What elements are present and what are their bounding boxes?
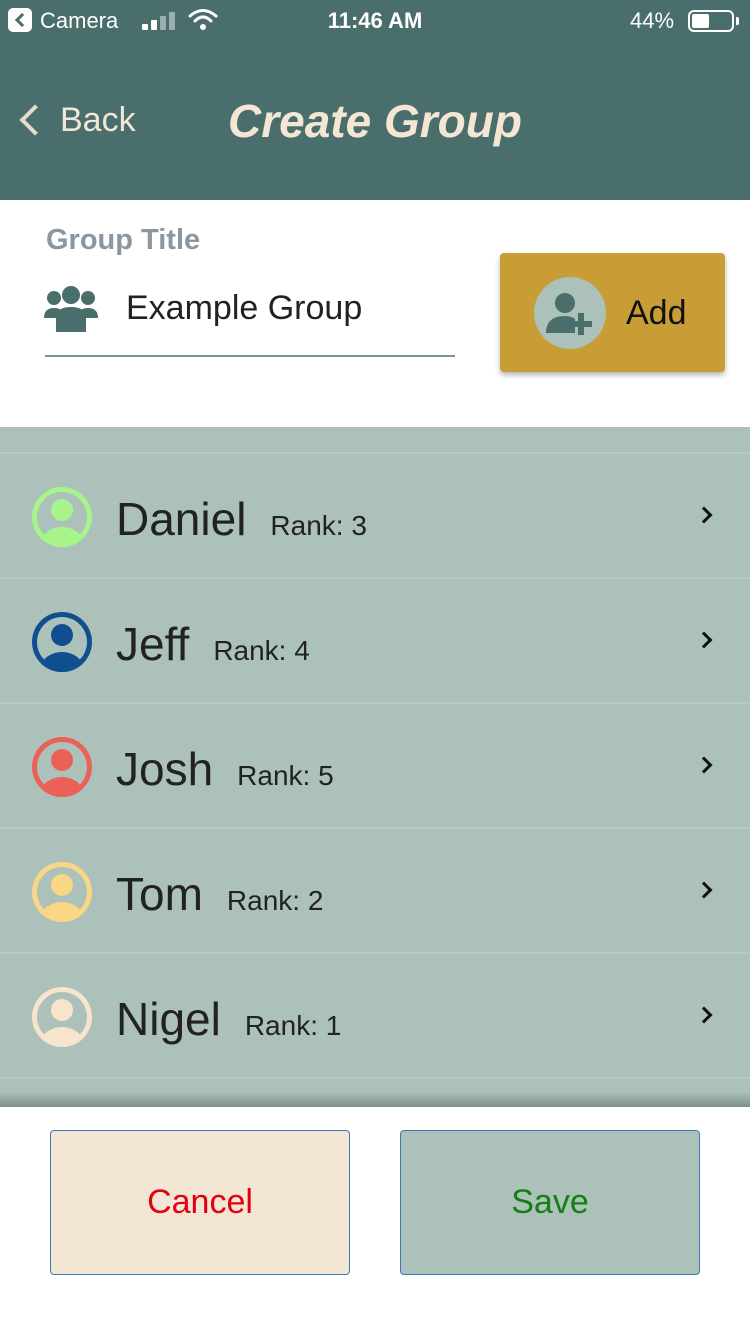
row-divider	[0, 1077, 750, 1079]
member-info: Nigel Rank: 1	[116, 992, 341, 1046]
member-info: Tom Rank: 2	[116, 867, 323, 921]
chevron-right-icon	[695, 881, 713, 899]
status-bar: Camera 11:46 AM 44%	[0, 0, 750, 40]
avatar-icon	[32, 612, 92, 672]
member-name: Josh	[116, 743, 214, 795]
chevron-right-icon	[695, 1006, 713, 1024]
footer-actions: Cancel Save	[0, 1107, 750, 1334]
chevron-right-icon	[695, 756, 713, 774]
member-row[interactable]: Tom Rank: 2	[0, 829, 750, 954]
member-rank: Rank: 1	[244, 1010, 342, 1041]
member-rank: Rank: 5	[237, 760, 334, 791]
group-title-label: Group Title	[46, 224, 201, 256]
group-icon	[44, 286, 98, 332]
battery-percentage: 44%	[630, 8, 675, 33]
add-member-button[interactable]: Add	[500, 253, 725, 372]
avatar-icon	[32, 862, 92, 922]
chevron-right-icon	[695, 631, 713, 649]
battery-fill	[692, 14, 709, 28]
member-name: Jeff	[116, 618, 190, 670]
member-name: Nigel	[116, 993, 221, 1045]
member-row[interactable]: Nigel Rank: 1	[0, 954, 750, 1079]
member-info: Josh Rank: 5	[116, 742, 334, 796]
save-button[interactable]: Save	[400, 1130, 700, 1275]
chevron-right-icon	[695, 506, 713, 524]
avatar-icon	[32, 987, 92, 1047]
member-row[interactable]: Josh Rank: 5	[0, 704, 750, 829]
cancel-button[interactable]: Cancel	[50, 1130, 350, 1275]
member-list: Daniel Rank: 3 Jeff Rank: 4 Josh Rank: 5 Tom Ra…	[0, 427, 750, 1107]
member-row[interactable]: Jeff Rank: 4	[0, 579, 750, 704]
member-name: Daniel	[116, 493, 247, 545]
avatar-icon	[32, 737, 92, 797]
nav-header: Camera 11:46 AM 44% Back Create Group	[0, 0, 750, 200]
group-title-input[interactable]	[126, 284, 446, 332]
member-row[interactable]: Daniel Rank: 3	[0, 454, 750, 579]
member-rank: Rank: 3	[270, 510, 367, 541]
footer-shadow	[0, 1092, 750, 1108]
avatar-icon	[32, 487, 92, 547]
input-underline	[45, 355, 455, 357]
add-button-label: Add	[626, 294, 687, 332]
group-form: Group Title Add	[0, 200, 750, 427]
add-user-icon	[534, 277, 606, 349]
member-info: Jeff Rank: 4	[116, 617, 310, 671]
page-title: Create Group	[228, 95, 522, 147]
battery-icon	[688, 10, 739, 32]
member-rank: Rank: 2	[226, 885, 324, 916]
member-rank: Rank: 4	[213, 635, 310, 666]
member-info: Daniel Rank: 3	[116, 492, 367, 546]
member-name: Tom	[116, 868, 203, 920]
